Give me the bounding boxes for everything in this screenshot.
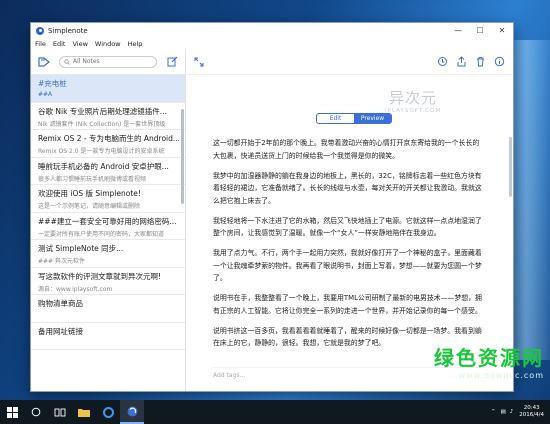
share-icon[interactable] <box>453 54 469 70</box>
note-preview: ### 异次元软件 <box>38 258 85 265</box>
note-list-item[interactable]: 欢迎使用 iOS 版 Simplenote! 这是一个示例笔记，请随意编辑或删除 <box>31 185 185 213</box>
simplenote-icon <box>127 406 137 416</box>
paragraph: 这一切都开始于2年前的那个晚上。我带着激动兴奋的心情打开京东寄给我的一个长长的大… <box>213 139 480 160</box>
watermark-sub: IPLAYSOFT.COM <box>385 108 442 114</box>
maximize-button[interactable]: ☐ <box>469 23 491 38</box>
system-tray: ⌃ ▤ ♪ 20:43 2016/4/4 <box>491 405 550 419</box>
note-title: ###建立一套安全可靠好用的网络密码... <box>38 216 177 226</box>
note-list-item[interactable]: 睡前玩手机必备的 Android 安卓护眼... 很多人都习惯睡前玩手机刷微博或看… <box>31 158 185 185</box>
clock-time: 20:43 <box>523 405 540 411</box>
note-preview: 这是一个示例笔记，请随意编辑或删除 <box>38 203 141 210</box>
sidebar-scrollbar[interactable] <box>181 109 184 204</box>
search-box[interactable] <box>59 55 157 68</box>
menu-help[interactable]: Help <box>128 40 143 48</box>
edge-button[interactable] <box>96 400 120 424</box>
clock[interactable]: 20:43 2016/4/4 <box>519 405 544 419</box>
menu-view[interactable]: View <box>72 40 87 48</box>
network-icon[interactable]: ▤ <box>501 409 506 415</box>
note-list-item[interactable]: 谷歌 Nik 专业照片后期处理滤镜插件... Nik 滤镜套件 (Nik Coll… <box>31 103 185 130</box>
paragraph: 我梦中的加湿器静静的躺在我身边的地板上，黑长的，32C，铭牌标志着一些红色方块有… <box>213 171 482 205</box>
note-list-item[interactable]: 测试 SimpleNote 同步... ### 异次元软件 <box>31 240 185 268</box>
chevron-up-icon[interactable]: ⌃ <box>491 409 496 415</box>
note-title: 欢迎使用 iOS 版 Simplenote! <box>38 189 141 198</box>
close-button[interactable]: ✕ <box>491 23 513 38</box>
task-view-icon <box>54 408 66 416</box>
note-list: #充电桩 ##A 谷歌 Nik 专业照片后期处理滤镜插件... Nik 滤镜套件 (… <box>31 75 185 350</box>
note-list-item[interactable]: Remix OS 2 - 专为电脑而生的 Android... Remix OS … <box>31 130 185 158</box>
folder-icon <box>78 409 90 417</box>
taskbar: ⌃ ▤ ♪ 20:43 2016/4/4 <box>0 400 550 424</box>
note-list-item[interactable]: 购物清单商品 <box>31 295 185 323</box>
search-icon <box>64 58 70 65</box>
note-title: 谷歌 Nik 专业照片后期处理滤镜插件... <box>38 106 167 116</box>
note-title: #充电桩 <box>38 79 67 88</box>
paragraph: 我轻轻地将一下水注进了它的水箱，然后又飞快地插上了电源。它就这样一点点地湿润了整… <box>213 216 482 238</box>
note-preview: 源自：www.iplaysoft.com <box>38 285 113 293</box>
edge-icon <box>102 406 114 418</box>
note-list-item[interactable]: #充电桩 ##A <box>31 75 185 103</box>
green-watermark-sub: www.downcc.com <box>458 371 544 380</box>
note-title: 写这款软件的评测文章就到异次元啊! <box>38 271 162 281</box>
app-window: Simplenote — ☐ ✕ File Edit View Window H… <box>30 22 514 392</box>
iplaysoft-watermark: 异次元 IPLAYSOFT.COM <box>385 87 441 114</box>
note-list-item[interactable]: ###建立一套安全可靠好用的网络密码... 一定要对所有账户使用不同的密码，大家都… <box>31 213 185 240</box>
windows-logo-icon <box>6 406 18 418</box>
note-title: 测试 SimpleNote 同步... <box>38 244 124 253</box>
minimize-button[interactable]: — <box>447 23 469 38</box>
green-watermark-main: 绿色资源网 <box>434 346 544 370</box>
editor-toolbar <box>187 49 513 75</box>
simplenote-logo-icon <box>36 26 44 35</box>
volume-icon[interactable]: ♪ <box>510 409 514 415</box>
search-input[interactable] <box>73 58 153 65</box>
simplenote-taskbar-button[interactable] <box>120 400 144 424</box>
note-content[interactable]: 这一切都开始于2年前的那个晚上。我带着激动兴奋的心情打开京东寄给我的一个长长的大… <box>213 137 485 357</box>
note-list-item[interactable]: 备用网址链接 <box>31 323 185 350</box>
menu-edit[interactable]: Edit <box>53 40 66 48</box>
editor-pane: 异次元 IPLAYSOFT.COM Edit Preview 这一切都开始于2年… <box>187 49 513 391</box>
note-title: Remix OS 2 - 专为电脑而生的 Android... <box>38 134 179 143</box>
sidebar-toolbar <box>31 49 185 75</box>
file-explorer-button[interactable] <box>72 400 96 424</box>
note-preview: Remix OS 2.0 是一款专为电脑设计的安卓系统 <box>38 148 165 155</box>
downcc-watermark: 绿色资源网 www.downcc.com <box>434 342 544 380</box>
task-view-button[interactable] <box>48 400 72 424</box>
note-title: 购物清单商品 <box>38 299 83 308</box>
note-preview: 很多人都习惯睡前玩手机刷微博或看视频 <box>38 175 147 183</box>
note-preview: ##A <box>38 91 53 98</box>
note-preview: Nik 滤镜套件 (Nik Collection) 是一套世界顶级 <box>38 120 166 128</box>
note-list-item[interactable]: 写这款软件的评测文章就到异次元啊! 源自：www.iplaysoft.com <box>31 268 185 295</box>
notes-sidebar: #充电桩 ##A 谷歌 Nik 专业照片后期处理滤镜插件... Nik 滤镜套件 (… <box>31 49 186 391</box>
note-preview: 一定要对所有账户使用不同的密码，大家都知道 <box>38 230 165 238</box>
edit-tab[interactable]: Edit <box>317 114 354 123</box>
info-icon[interactable] <box>491 54 507 70</box>
title-bar[interactable]: Simplenote — ☐ ✕ <box>31 23 513 38</box>
preview-tab[interactable]: Preview <box>354 114 391 123</box>
expand-editor-icon[interactable] <box>191 54 207 70</box>
edit-preview-toggle: Edit Preview <box>316 113 392 124</box>
window-title: Simplenote <box>48 26 88 35</box>
editor-scrollbar[interactable] <box>509 137 512 197</box>
new-note-icon[interactable] <box>165 55 179 69</box>
watermark-main: 异次元 <box>389 89 438 107</box>
trash-icon[interactable] <box>472 54 488 70</box>
menu-window[interactable]: Window <box>95 40 121 48</box>
paragraph: 说明书在手，我整整看了一个晚上，我要用TML公司研制了最新的电男技术——梦想，拥… <box>213 294 482 315</box>
paragraph: 我用了点力气。不行，两个手一起用力突然，我就好像打开了一个神秘的盒子，里面藏着一… <box>213 249 482 282</box>
tags-icon[interactable] <box>37 55 51 69</box>
menu-bar: File Edit View Window Help <box>31 38 513 49</box>
note-title: 睡前玩手机必备的 Android 安卓护眼... <box>38 161 169 171</box>
start-button[interactable] <box>0 400 24 424</box>
clock-date: 2016/4/4 <box>519 412 544 418</box>
history-icon[interactable] <box>434 54 450 70</box>
cortana-button[interactable] <box>24 400 48 424</box>
note-title: 备用网址链接 <box>38 326 83 336</box>
menu-file[interactable]: File <box>35 40 46 48</box>
cortana-icon <box>31 407 41 417</box>
